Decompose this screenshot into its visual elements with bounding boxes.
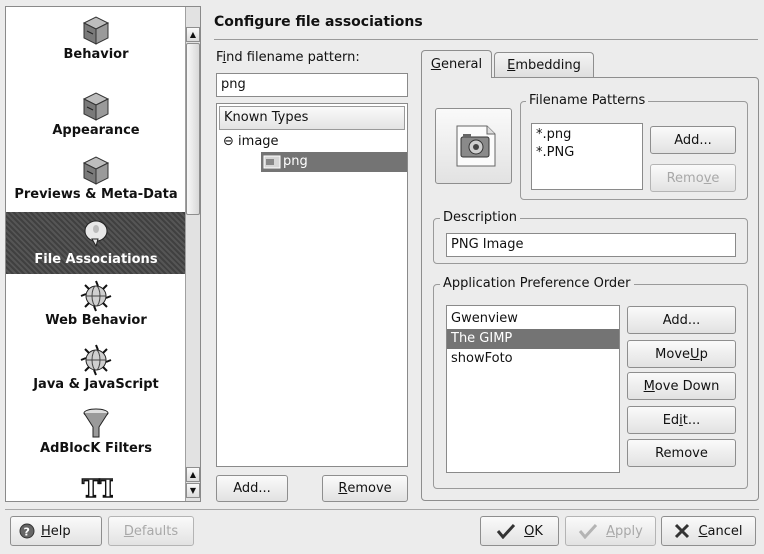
globe-gear-icon [80,344,112,376]
find-pattern-input[interactable]: png [216,73,408,97]
app-preference-title: Application Preference Order [440,277,634,291]
sidebar-item-file-associations[interactable]: File Associations [6,212,186,274]
sidebar-item-label: Appearance [52,123,140,138]
remove-type-button[interactable]: Remove [322,475,408,502]
drawer-icon [82,92,110,121]
scroll-up-button[interactable]: ▲ [186,467,200,482]
close-icon [675,523,690,539]
sidebar-item-label: Previews & Meta-Data [14,187,178,202]
funnel-icon [83,408,109,438]
checkmark-icon [496,523,516,539]
description-input[interactable]: PNG Image [446,233,736,257]
filename-patterns-list[interactable]: *.png *.PNG [531,123,643,190]
list-item[interactable]: Gwenview [447,309,619,329]
tree-item-png[interactable]: png [261,152,407,172]
sidebar-item-previews[interactable]: Previews & Meta-Data [6,153,186,215]
drawer-icon [82,156,110,185]
apply-button[interactable]: Apply [565,516,656,546]
help-button[interactable]: ? Help [10,516,102,546]
remove-application-button[interactable]: Remove [627,439,736,467]
list-item[interactable]: The GIMP [447,329,619,349]
bottom-divider [5,509,759,510]
sidebar-item-web-behavior[interactable]: Web Behavior [6,279,186,341]
edit-application-button[interactable]: Ed i t... [627,406,736,434]
help-icon: ? [19,523,35,539]
list-item[interactable]: showFoto [447,349,619,369]
sidebar-item-label: Behavior [63,47,129,62]
tree-header[interactable]: Known Types [219,106,405,130]
app-preference-list[interactable]: Gwenview The GIMP showFoto [446,305,620,473]
collapse-icon[interactable]: ⊖ [223,134,234,149]
ok-button[interactable]: OK [480,516,559,546]
known-types-tree[interactable]: Known Types ⊖ image png [216,103,408,467]
sidebar-item-behavior[interactable]: Behavior [6,13,186,75]
image-file-icon [263,155,281,169]
drawer-icon [82,16,110,45]
scroll-down-button[interactable]: ▼ [186,483,200,498]
move-up-button[interactable]: Move Up [627,340,736,368]
filename-patterns-title: Filename Patterns [526,94,649,108]
header-divider [214,39,758,40]
svg-text:?: ? [24,526,30,539]
description-title: Description [440,211,521,225]
remove-pattern-button[interactable]: Remo v e [650,164,736,192]
tab-general[interactable]: General [421,50,492,78]
mime-icon-button[interactable] [435,108,512,184]
tab-embedding[interactable]: Embedding [494,52,594,78]
tree-item-image[interactable]: ⊖ image [217,132,407,152]
sidebar-item-label: File Associations [34,252,158,267]
module-sidebar: Behavior Appearance Previews & Meta-Data… [5,6,201,502]
sidebar-item-label: AdBlocK Filters [40,441,152,456]
sidebar-item-adblock-filters[interactable]: AdBlocK Filters [6,407,186,469]
add-pattern-button[interactable]: Add... [650,126,736,154]
move-down-button[interactable]: Move Down [627,372,736,400]
scroll-up-button[interactable]: ▲ [186,27,200,42]
scroll-thumb[interactable] [186,43,200,215]
checkmark-icon [578,523,598,539]
sidebar-item-appearance[interactable]: Appearance [6,89,186,151]
svg-text:TT: TT [82,474,113,502]
list-item[interactable]: *.PNG [536,144,638,162]
cancel-button[interactable]: Cancel [661,516,756,546]
sidebar-scrollbar[interactable]: ▲ ▲ ▼ [185,7,200,501]
sidebar-item-label: Java & JavaScript [33,377,159,392]
fonts-icon: TT [81,473,113,502]
speech-bubble-icon [84,220,108,248]
add-type-button[interactable]: Add... [216,475,288,502]
globe-gear-icon [80,280,112,312]
add-application-button[interactable]: Add... [627,306,736,334]
sidebar-item-label: Web Behavior [45,313,147,328]
page-title: Configure file associations [214,14,423,30]
sidebar-item-java-javascript[interactable]: Java & JavaScript [6,343,186,405]
sidebar-item-fonts[interactable]: TT [6,471,186,502]
camera-image-icon [456,125,495,167]
list-item[interactable]: *.png [536,126,638,144]
defaults-button[interactable]: Defaults [108,516,194,546]
find-label: Find filename pattern: [216,50,360,65]
